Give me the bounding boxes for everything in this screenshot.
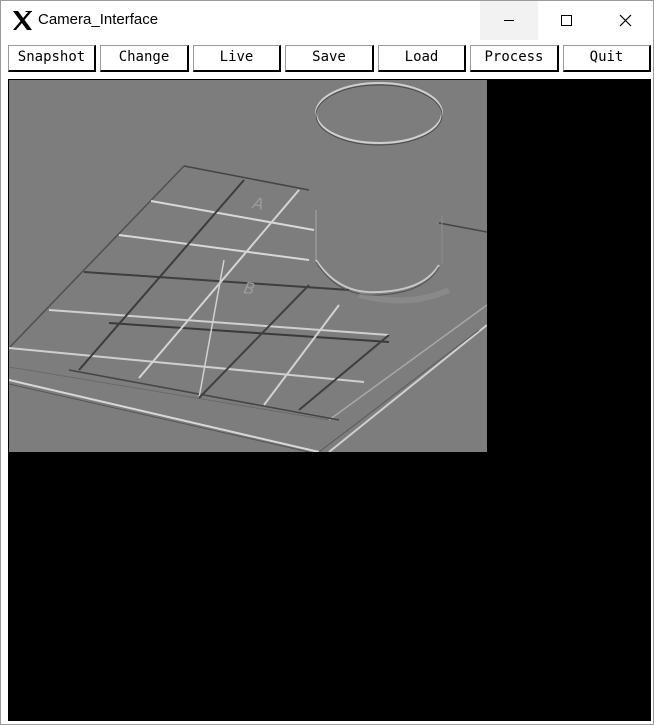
change-button[interactable]: Change (100, 45, 189, 72)
quit-button[interactable]: Quit (563, 45, 651, 72)
processed-image: A B (9, 80, 487, 452)
live-button[interactable]: Live (193, 45, 281, 72)
minimize-icon (504, 20, 514, 21)
close-button[interactable] (596, 1, 654, 40)
load-button[interactable]: Load (378, 45, 466, 72)
maximize-button[interactable] (538, 1, 596, 40)
close-icon (619, 14, 632, 27)
save-button[interactable]: Save (285, 45, 374, 72)
maximize-icon (561, 15, 572, 26)
snapshot-button[interactable]: Snapshot (8, 45, 96, 72)
camera-interface-window: Camera_Interface Snapshot Change Live Sa… (0, 0, 654, 725)
title-bar[interactable]: Camera_Interface (1, 1, 653, 40)
minimize-button[interactable] (480, 1, 538, 40)
window-title: Camera_Interface (38, 11, 159, 28)
camera-canvas[interactable]: A B (8, 79, 651, 721)
edge-image-svg: A B (9, 80, 487, 452)
x11-icon (12, 10, 33, 31)
toolbar: Snapshot Change Live Save Load Process Q… (1, 40, 653, 78)
process-button[interactable]: Process (470, 45, 559, 72)
